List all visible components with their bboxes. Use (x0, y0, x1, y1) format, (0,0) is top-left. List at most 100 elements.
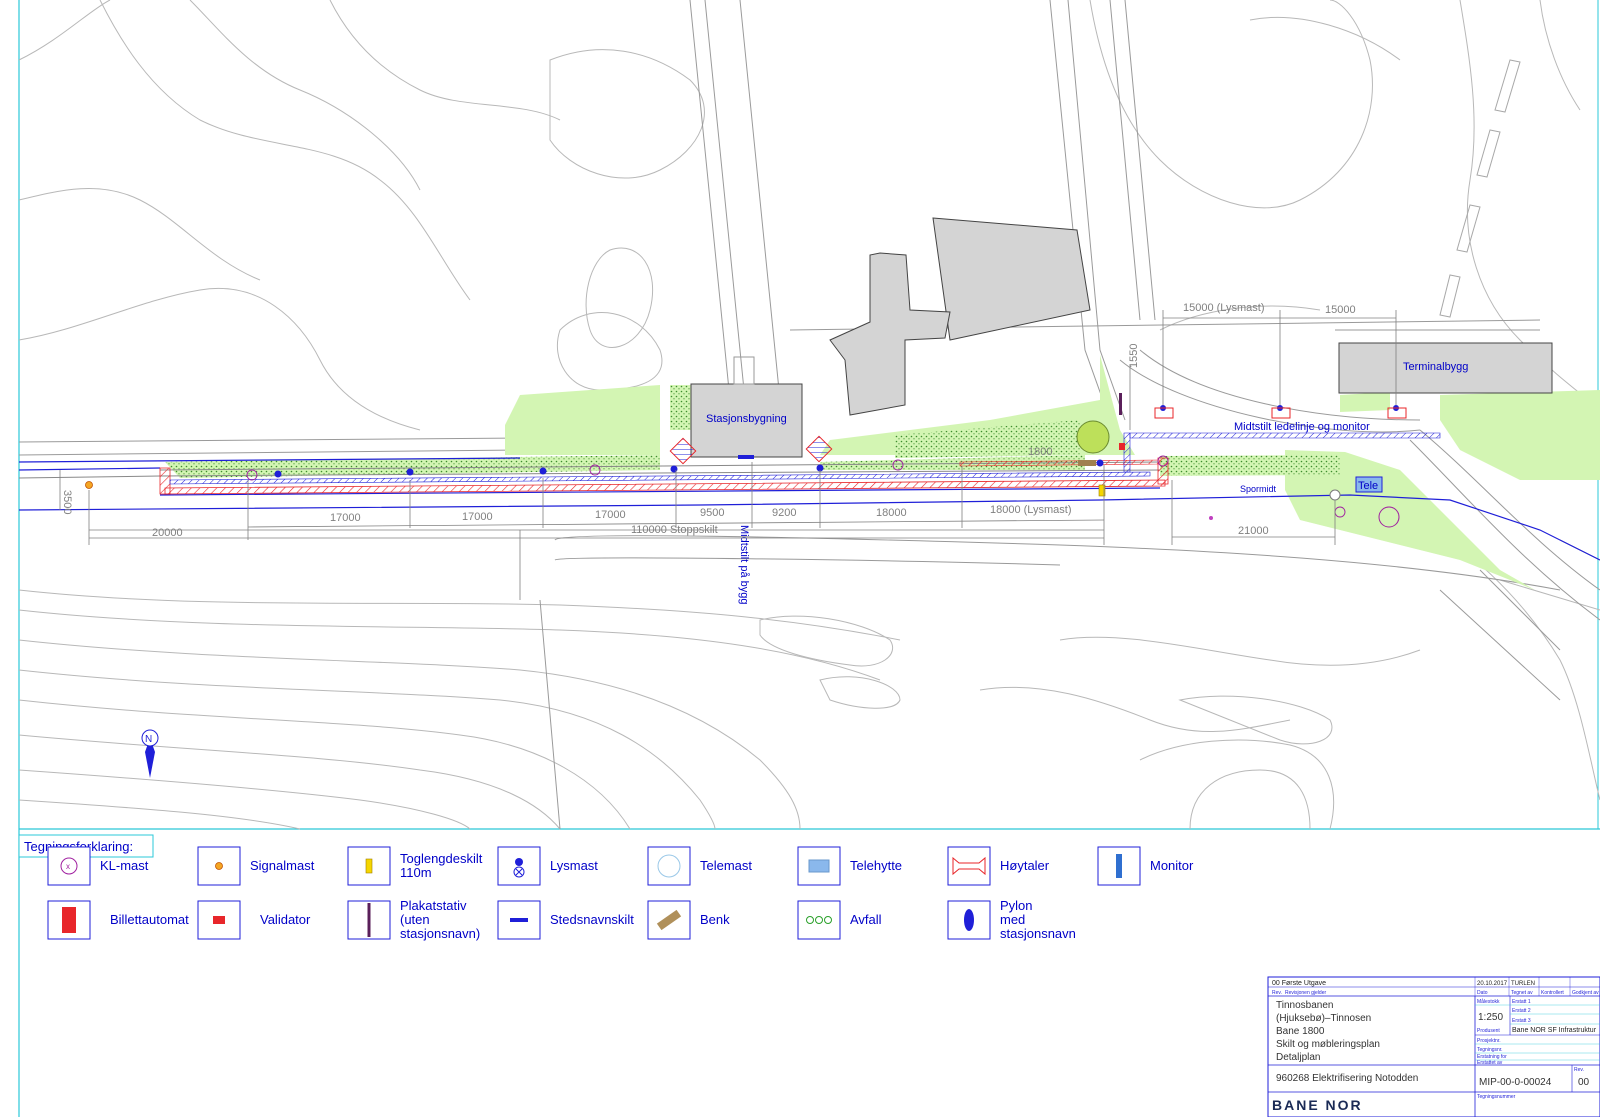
tele-label: Tele (1358, 480, 1378, 492)
dim-110000: 110000 Stoppskilt (631, 524, 718, 536)
tb-hdr-kontrollert: Kontrollert (1541, 990, 1564, 996)
signalmast-icon (215, 862, 223, 870)
telemast-icon (657, 854, 681, 878)
tb-produsent: Bane NOR SF Infrastruktur (1512, 1027, 1597, 1034)
toglengdeskilt-icon (365, 858, 373, 874)
stedsnavnskilt-on-plan (738, 455, 754, 459)
dim-20000: 20000 (152, 527, 183, 539)
legend-label: Monitor (1150, 858, 1194, 873)
stedsnavnskilt-legend-item: Stedsnavnskilt (497, 900, 634, 940)
dim-18000-lysmast: 18000 (Lysmast) (990, 504, 1072, 516)
tb-project-line1: Tinnosbanen (1276, 1000, 1333, 1011)
lysmast-legend-item: Lysmast (497, 846, 598, 886)
tb-produsent-label: Produsent (1477, 1028, 1500, 1034)
tb-erstatt2: Erstatt 2 (1512, 1008, 1531, 1014)
tb-rev-row: 00 Første Utgave (1272, 980, 1326, 987)
spormidt-label: Spormidt (1240, 484, 1277, 494)
signalmast-legend-item: Signalmast (197, 846, 315, 886)
dim-15000: 15000 (1325, 304, 1356, 316)
dim-9500: 9500 (700, 507, 724, 519)
terminalbygg-label: Terminalbygg (1403, 361, 1468, 373)
dim-15000-lysmast: 15000 (Lysmast) (1183, 302, 1265, 314)
tb-project-line4: Skilt og møbleringsplan (1276, 1039, 1380, 1050)
small-mark (1209, 516, 1213, 520)
stedsnavnskilt-icon (510, 918, 528, 922)
legend-label: Benk (700, 912, 730, 927)
signalmast-on-plan (85, 481, 93, 489)
legend-label: Plakatstativ (uten stasjonsnavn) (400, 898, 480, 941)
plakatstativ-legend-item: Plakatstativ (uten stasjonsnavn) (347, 898, 480, 941)
legend-label: Stedsnavnskilt (550, 912, 634, 927)
dim-9200: 9200 (772, 507, 796, 519)
pylon-icon (964, 909, 974, 931)
dim-1800: 1800 (1028, 446, 1052, 458)
road-lines (18, 0, 1600, 830)
tb-project-line5: Detaljplan (1276, 1052, 1320, 1063)
legend-label: KL-mast (100, 858, 149, 873)
avfall-legend-item: Avfall (797, 900, 882, 940)
legend-label: Signalmast (250, 858, 315, 873)
tb-project-line2: (Hjuksebø)–Tinnosen (1276, 1013, 1371, 1024)
tb-hdr-tegnet: Tegnet av (1511, 990, 1533, 996)
tb-rev-by: TURLEN (1511, 981, 1535, 987)
tree-on-plan (1076, 420, 1110, 454)
tb-contract: 960268 Elektrifisering Notodden (1276, 1073, 1418, 1084)
tb-erstatt3: Erstatt 3 (1512, 1018, 1531, 1024)
dim-3500: 3500 (61, 490, 73, 514)
legend-label: Toglengdeskilt 110m (400, 851, 483, 880)
pylon-legend-item: Pylon med stasjonsnavn (947, 898, 1076, 941)
hoytaler-legend-item: Høytaler (947, 846, 1050, 886)
tb-hdr-text: Revisjonen gjelder (1285, 990, 1326, 996)
tb-prosjekt-label: Prosjektnr. (1477, 1038, 1501, 1044)
tb-erstatt1: Erstatt 1 (1512, 999, 1531, 1005)
tb-hdr-godkjent: Godkjent av (1572, 990, 1599, 996)
legend-label: Pylon med stasjonsnavn (1000, 898, 1076, 941)
legend-items: x KL-mast Signalmast Toglengdeskilt 110m Lysm… (47, 846, 1194, 941)
monitor-icon (1116, 854, 1122, 878)
tb-scale: 1:250 (1478, 1012, 1503, 1023)
telemast-on-plan (1329, 489, 1341, 501)
telemast-legend-item: Telemast (647, 846, 752, 886)
validator-icon (213, 916, 225, 924)
dim-17000-b: 17000 (462, 511, 493, 523)
svg-text:x: x (66, 862, 70, 871)
tb-tegningsnr-label2: Tegningsnummer (1477, 1094, 1516, 1100)
bane-nor-logo: BANE NOR (1272, 1097, 1363, 1113)
terrain-contours (18, 0, 1600, 830)
site-plan-drawing: Stasjonsbygning Terminalbygg Tele Midtst… (18, 0, 1600, 1117)
validator-legend-item: Validator (197, 900, 311, 940)
title-block: 00 Første Utgave 20.10.2017 TURLEN Rev. … (1267, 976, 1600, 1117)
tb-project-line3: Bane 1800 (1276, 1026, 1325, 1037)
validator-on-plan (1119, 443, 1125, 450)
legend-label: Telehytte (850, 858, 902, 873)
billettautomat-icon (62, 907, 76, 933)
tb-rev-date: 20.10.2017 (1477, 981, 1508, 987)
tb-scale-label: Målestokk (1477, 998, 1500, 1005)
dim-17000-a: 17000 (330, 512, 361, 524)
dim-21000: 21000 (1238, 525, 1269, 537)
midtstilt-bygg-label: Midtstilt på bygg (738, 525, 750, 604)
telehytte-icon (808, 859, 830, 873)
legend-label: Lysmast (550, 858, 598, 873)
north-label: N (145, 734, 152, 745)
legend-label: Avfall (850, 912, 882, 927)
benk-on-plan (1078, 460, 1096, 466)
benk-legend-item: Benk (647, 900, 730, 940)
telehytte-legend-item: Telehytte (797, 846, 902, 886)
monitor-legend-item: Monitor (1097, 846, 1194, 886)
midtstilt-ledelinje-label: Midtstilt ledelinje og monitor (1234, 421, 1370, 433)
toglengdeskilt-legend-item: Toglengdeskilt 110m (347, 846, 483, 886)
plakatstativ-icon (367, 903, 371, 937)
tb-rev-label: Rev. (1574, 1067, 1584, 1073)
dim-17000-c: 17000 (595, 509, 626, 521)
tb-erstattet-label: Erstattet av (1477, 1060, 1503, 1066)
dim-1550: 1550 (1128, 344, 1140, 368)
stasjonsbygning-label: Stasjonsbygning (706, 413, 787, 425)
tb-drawing-no: MIP-00-0-00024 (1479, 1077, 1552, 1088)
tb-tegning-label: Tegningsnr. (1477, 1047, 1503, 1053)
dim-18000: 18000 (876, 507, 907, 519)
drawing-frame (18, 0, 1600, 1117)
tb-hdr-rev: Rev. (1272, 990, 1282, 996)
legend-label: Billettautomat (110, 912, 189, 927)
buildings (690, 217, 1553, 458)
